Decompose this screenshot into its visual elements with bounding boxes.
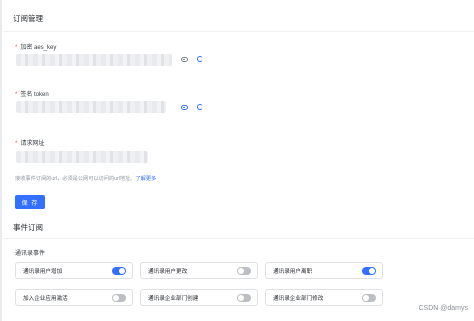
subscription-section-title: 订阅管理 <box>13 14 43 23</box>
event-card-user-added: 通讯录用户增加 <box>15 262 133 279</box>
contacts-events-group-label: 通讯录事件 <box>15 251 46 257</box>
event-label: 通讯录企业部门创建 <box>148 296 199 302</box>
token-value-masked <box>16 101 166 113</box>
event-toggle[interactable] <box>237 294 251 302</box>
event-toggle[interactable] <box>112 294 126 302</box>
refresh-icon[interactable] <box>197 104 203 110</box>
aes-key-label: * 加密 aes_key <box>15 45 57 51</box>
event-toggle[interactable] <box>237 267 251 275</box>
request-url-value-masked[interactable] <box>16 151 148 163</box>
event-label: 通讯录用户离职 <box>273 269 313 275</box>
event-toggle[interactable] <box>362 294 376 302</box>
required-mark: * <box>15 141 18 147</box>
eye-icon[interactable] <box>181 105 188 110</box>
save-button[interactable]: 保 存 <box>15 195 45 209</box>
learn-more-link[interactable]: 了解更多 <box>135 176 156 182</box>
event-label: 加入企业应用激活 <box>23 296 68 302</box>
subscription-settings-panel: 订阅管理 * 加密 aes_key * 签名 token * 请求网址 接收事件订阅的… <box>0 0 474 321</box>
event-toggle[interactable] <box>112 267 126 275</box>
event-card-user-updated: 通讯录用户更改 <box>140 262 258 279</box>
aes-key-value-masked <box>16 54 172 66</box>
watermark: CSDN @damys <box>418 305 468 312</box>
required-mark: * <box>15 45 18 51</box>
section-divider <box>4 238 474 239</box>
event-label: 通讯录用户更改 <box>148 269 188 275</box>
event-toggle[interactable] <box>362 267 376 275</box>
event-label: 通讯录企业部门修改 <box>273 296 324 302</box>
event-label: 通讯录用户增加 <box>23 269 63 275</box>
section-divider <box>4 31 474 32</box>
request-url-label: * 请求网址 <box>15 141 45 147</box>
refresh-icon[interactable] <box>197 56 203 62</box>
eye-icon[interactable] <box>181 57 188 62</box>
token-label: * 签名 token <box>15 92 49 98</box>
event-card-user-left: 通讯录用户离职 <box>265 262 383 279</box>
request-url-hint: 接收事件订阅的url，必须是公网可以访问的url地址。了解更多 <box>15 176 157 182</box>
event-card-dept-updated: 通讯录企业部门修改 <box>265 289 383 306</box>
event-card-dept-created: 通讯录企业部门创建 <box>140 289 258 306</box>
required-mark: * <box>15 92 18 98</box>
event-card-app-activated: 加入企业应用激活 <box>15 289 133 306</box>
event-section-title: 事件订阅 <box>13 223 43 232</box>
